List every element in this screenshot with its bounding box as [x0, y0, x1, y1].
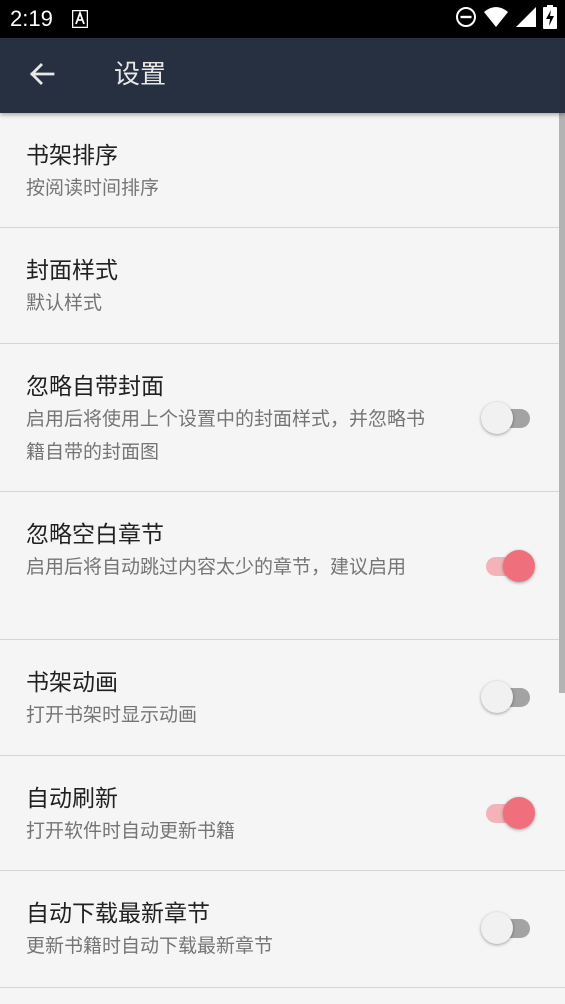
setting-text: 自动下载最新章节 更新书籍时自动下载最新章节	[26, 898, 431, 963]
setting-title: 封面样式	[26, 258, 118, 284]
setting-text: 自动刷新 打开软件时自动更新书籍	[26, 783, 431, 848]
switch-thumb	[481, 681, 513, 713]
a-notification-icon	[71, 9, 89, 29]
setting-text: 封面样式 默认样式	[26, 255, 431, 320]
ignore-builtin-cover-switch[interactable]	[481, 398, 535, 438]
settings-list: 书架排序 按阅读时间排序 封面样式 默认样式 忽略自带封面 启用后将使用上个设置…	[0, 113, 565, 988]
app-bar: 设置	[0, 38, 565, 113]
setting-text: 忽略空白章节 启用后将自动跳过内容太少的章节，建议启用	[26, 519, 431, 584]
setting-ignore-builtin-cover[interactable]: 忽略自带封面 启用后将使用上个设置中的封面样式，并忽略书籍自带的封面图	[0, 344, 565, 492]
battery-charging-icon	[543, 5, 557, 33]
setting-title: 自动刷新	[26, 786, 118, 812]
do-not-disturb-icon	[455, 6, 477, 32]
setting-summary: 打开软件时自动更新书籍	[26, 820, 236, 842]
status-icons	[455, 5, 557, 33]
setting-auto-download-latest[interactable]: 自动下载最新章节 更新书籍时自动下载最新章节	[0, 871, 565, 988]
switch-thumb	[481, 912, 513, 944]
setting-skip-blank-chapters[interactable]: 忽略空白章节 启用后将自动跳过内容太少的章节，建议启用	[0, 492, 565, 640]
setting-summary: 默认样式	[26, 292, 103, 314]
switch-thumb	[503, 797, 535, 829]
setting-summary: 按阅读时间排序	[26, 177, 160, 199]
switch-thumb	[481, 402, 513, 434]
setting-text: 书架排序 按阅读时间排序	[26, 140, 431, 205]
setting-cover-style[interactable]: 封面样式 默认样式	[0, 228, 565, 344]
skip-blank-chapters-switch[interactable]	[481, 546, 535, 586]
auto-refresh-switch[interactable]	[481, 793, 535, 833]
setting-bookshelf-sort[interactable]: 书架排序 按阅读时间排序	[0, 113, 565, 228]
setting-text: 书架动画 打开书架时显示动画	[26, 667, 431, 732]
bookshelf-animation-switch[interactable]	[481, 677, 535, 717]
status-bar: 2:19	[0, 0, 565, 38]
setting-summary: 启用后将使用上个设置中的封面样式，并忽略书籍自带的封面图	[26, 408, 426, 463]
scrollbar[interactable]	[559, 113, 565, 693]
page-title: 设置	[114, 60, 167, 90]
signal-icon	[515, 6, 537, 32]
switch-thumb	[503, 550, 535, 582]
setting-text: 忽略自带封面 启用后将使用上个设置中的封面样式，并忽略书籍自带的封面图	[26, 371, 431, 469]
setting-title: 自动下载最新章节	[26, 901, 210, 927]
setting-summary: 打开书架时显示动画	[26, 704, 198, 726]
setting-bookshelf-animation[interactable]: 书架动画 打开书架时显示动画	[0, 640, 565, 756]
setting-title: 书架排序	[26, 143, 118, 169]
setting-title: 忽略自带封面	[26, 374, 164, 400]
setting-title: 忽略空白章节	[26, 522, 164, 548]
back-button[interactable]	[18, 52, 66, 100]
wifi-icon	[483, 6, 509, 32]
setting-summary: 启用后将自动跳过内容太少的章节，建议启用	[26, 556, 407, 578]
auto-download-latest-switch[interactable]	[481, 908, 535, 948]
setting-title: 书架动画	[26, 670, 118, 696]
status-time: 2:19	[10, 6, 53, 31]
setting-auto-refresh[interactable]: 自动刷新 打开软件时自动更新书籍	[0, 756, 565, 871]
setting-summary: 更新书籍时自动下载最新章节	[26, 935, 274, 957]
arrow-left-icon	[29, 61, 55, 91]
